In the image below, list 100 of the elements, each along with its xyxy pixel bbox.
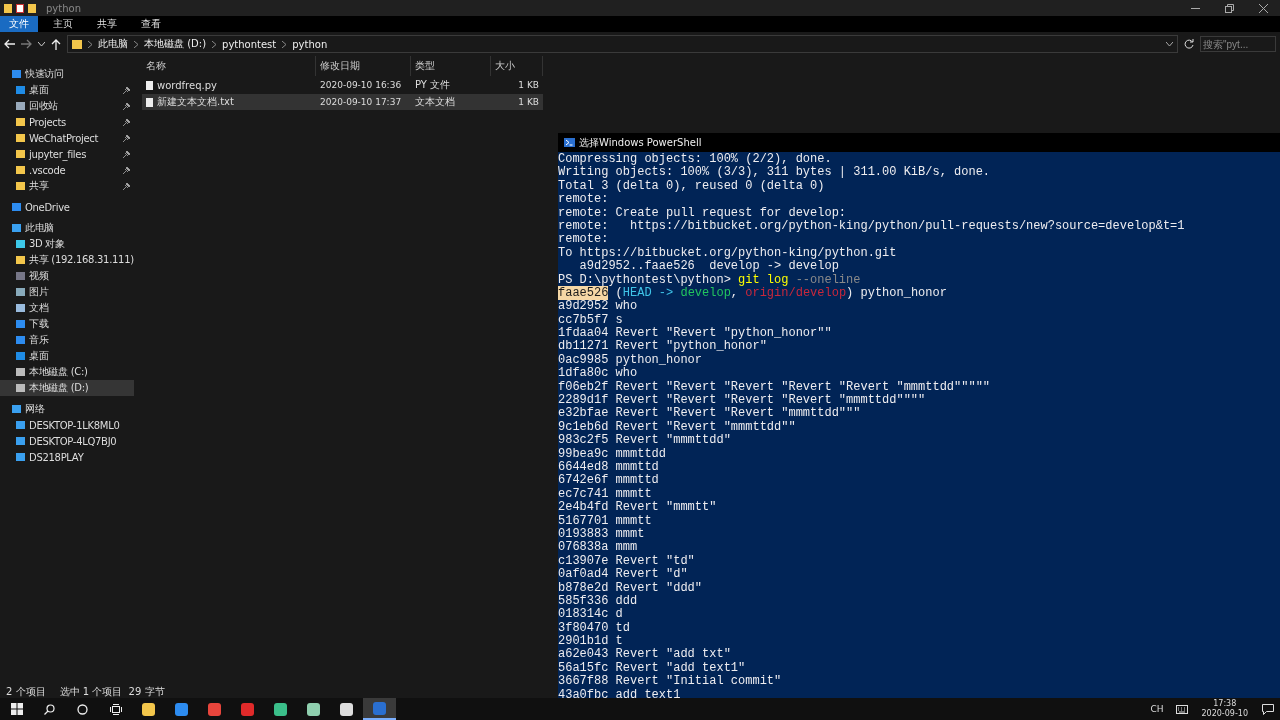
terminal-line: Writing objects: 100% (3/3), 311 bytes | 311.00 KiB/s, done. [558, 166, 991, 180]
terminal-line: f06eb2f Revert "Revert "Revert "Revert "Revert "mmmttdd""""" [558, 380, 991, 394]
terminal-line: 3f80470 td [558, 621, 630, 635]
caret-icon[interactable] [38, 42, 45, 46]
sidebar-item[interactable]: 回收站 [0, 98, 134, 114]
terminal-line: cc7b5f7 s [558, 313, 623, 327]
terminal-line: 585f336 ddd [558, 594, 638, 608]
task-view-icon[interactable] [109, 703, 122, 715]
terminal-line: c13907e Revert "td" [558, 554, 695, 568]
terminal-line: 5167701 mmmtt [558, 514, 652, 528]
sidebar-item[interactable]: 网络 [0, 401, 134, 417]
sidebar-item[interactable]: 共享 [0, 178, 134, 194]
terminal-line: remote: Create pull request for develop: [558, 206, 847, 220]
pin-icon[interactable] [123, 86, 130, 94]
sidebar-item[interactable]: DS218PLAY [0, 449, 134, 465]
column-header[interactable]: 修改日期 [316, 56, 411, 76]
sidebar-item[interactable]: 视频 [0, 268, 134, 284]
pin-icon[interactable] [123, 166, 130, 174]
pin-icon[interactable] [123, 134, 130, 142]
sidebar-item[interactable]: 本地磁盘 (D:) [0, 380, 134, 396]
back-arrow-icon[interactable] [4, 39, 15, 49]
close-icon[interactable] [1258, 3, 1268, 13]
breadcrumb[interactable]: 此电脑 [98, 37, 128, 51]
search-icon[interactable] [44, 703, 55, 715]
terminal-line: 9c1eb6d Revert "Revert "mmmttdd"" [558, 420, 796, 434]
column-header[interactable]: 名称 [142, 56, 316, 76]
terminal-line: 2901b1d t [558, 635, 623, 649]
sidebar-item[interactable]: Projects [0, 114, 134, 130]
sidebar-item[interactable]: DESKTOP-4LQ7BJ0 [0, 433, 134, 449]
terminal-line: 2e4b4fd Revert "mmmtt" [558, 501, 717, 515]
breadcrumb[interactable]: python [292, 38, 328, 50]
sidebar-item[interactable]: 文档 [0, 300, 134, 316]
column-header[interactable]: 类型 [411, 56, 491, 76]
search-field[interactable]: 搜索"pyt... [1200, 36, 1276, 52]
terminal-line: db11271 Revert "python_honor" [558, 340, 767, 354]
breadcrumb[interactable]: 本地磁盘 (D:) [144, 37, 207, 51]
breadcrumb[interactable]: pythontest [222, 38, 277, 50]
terminal-line: 2289d1f Revert "Revert "Revert "Revert "mmmttdd"""" [558, 394, 926, 408]
sidebar-item[interactable]: 快速访问 [0, 66, 134, 82]
caret-icon[interactable] [1166, 42, 1173, 46]
file-row[interactable]: 新建文本文档.txt 2020-09-10 17:37 文本文档 1 KB [142, 94, 543, 110]
ribbon-tab[interactable]: 文件 [0, 16, 38, 32]
sidebar-item[interactable]: OneDrive [0, 199, 134, 215]
pin-icon[interactable] [123, 102, 130, 110]
ribbon-tab[interactable]: 共享 [88, 16, 126, 32]
ribbon-tab[interactable]: 主页 [44, 16, 82, 32]
terminal-line: a9d2952 who [558, 300, 638, 314]
terminal-line: a62e043 Revert "add txt" [558, 648, 731, 662]
terminal-line: remote: https://bitbucket.org/python-king/python/pull-requests/new?source=develop&t=1 [558, 219, 1185, 233]
pin-icon[interactable] [123, 118, 130, 126]
file-row[interactable]: wordfreq.py 2020-09-10 16:36 PY 文件 1 KB [142, 77, 543, 93]
sidebar-item[interactable]: 图片 [0, 284, 134, 300]
pin-icon[interactable] [123, 182, 130, 190]
terminal-line: 0af0ad4 Revert "d" [558, 568, 688, 582]
up-arrow-icon[interactable] [51, 38, 61, 50]
terminal-line: b878e2d Revert "ddd" [558, 581, 703, 595]
terminal-line: 3667f88 Revert "Initial commit" [558, 675, 782, 689]
refresh-icon[interactable] [1184, 39, 1194, 49]
chevron-icon [212, 40, 217, 48]
windows-start-icon[interactable] [10, 703, 23, 715]
sidebar-item[interactable]: 桌面 [0, 82, 134, 98]
terminal-line: 6742e6f mmmttd [558, 474, 659, 488]
sidebar-item[interactable]: WeChatProject [0, 130, 134, 146]
column-header[interactable]: 大小 [491, 56, 543, 76]
sidebar-item[interactable]: 此电脑 [0, 220, 134, 236]
sidebar-item[interactable]: 共享 (192.168.31.111) [0, 252, 134, 268]
terminal-line: PS D:\pythontest\python> git log --oneline [558, 273, 861, 287]
sidebar-item[interactable]: 3D 对象 [0, 236, 134, 252]
notification-icon[interactable] [1262, 703, 1274, 715]
circle-icon[interactable] [77, 703, 88, 715]
terminal-line: remote: [558, 233, 609, 247]
address-bar[interactable]: 此电脑 本地磁盘 (D:) pythontest python [67, 35, 1178, 53]
quick-access-toolbar-icon[interactable] [4, 3, 36, 13]
ribbon-tab[interactable]: 查看 [132, 16, 170, 32]
sidebar-item[interactable]: jupyter_files [0, 146, 134, 162]
terminal-line: remote: [558, 193, 609, 207]
terminal-line: 99bea9c mmmttdd [558, 447, 667, 461]
keyboard-icon[interactable] [1175, 704, 1188, 714]
terminal-line: 1dfa80c who [558, 367, 638, 381]
sidebar-item[interactable]: 音乐 [0, 332, 134, 348]
terminal-line: 1fdaa04 Revert "Revert "python_honor"" [558, 327, 832, 341]
clock[interactable]: 17:38 2020-09-10 [1193, 699, 1256, 719]
terminal-line: 018314c d [558, 608, 623, 622]
chevron-icon [88, 40, 92, 48]
maximize-icon[interactable] [1224, 3, 1234, 13]
chevron-icon [282, 40, 287, 48]
sidebar-item[interactable]: 下载 [0, 316, 134, 332]
input-method-indicator[interactable]: CH [1144, 704, 1170, 714]
status-text: 选中 1 个项目 29 字节 [59, 685, 165, 699]
terminal-line: a9d2952..faae526 develop -> develop [578, 260, 839, 274]
window-title: 选择Windows PowerShell [579, 135, 702, 150]
window-title: python [46, 2, 81, 14]
sidebar-item[interactable]: 本地磁盘 (C:) [0, 364, 134, 380]
forward-arrow-icon[interactable] [21, 39, 32, 49]
status-text: 2 个项目 [6, 685, 46, 699]
powershell-icon [564, 138, 575, 147]
sidebar-item[interactable]: .vscode [0, 162, 134, 178]
sidebar-item[interactable]: 桌面 [0, 348, 134, 364]
sidebar-item[interactable]: DESKTOP-1LK8ML0 [0, 417, 134, 433]
pin-icon[interactable] [123, 150, 130, 158]
